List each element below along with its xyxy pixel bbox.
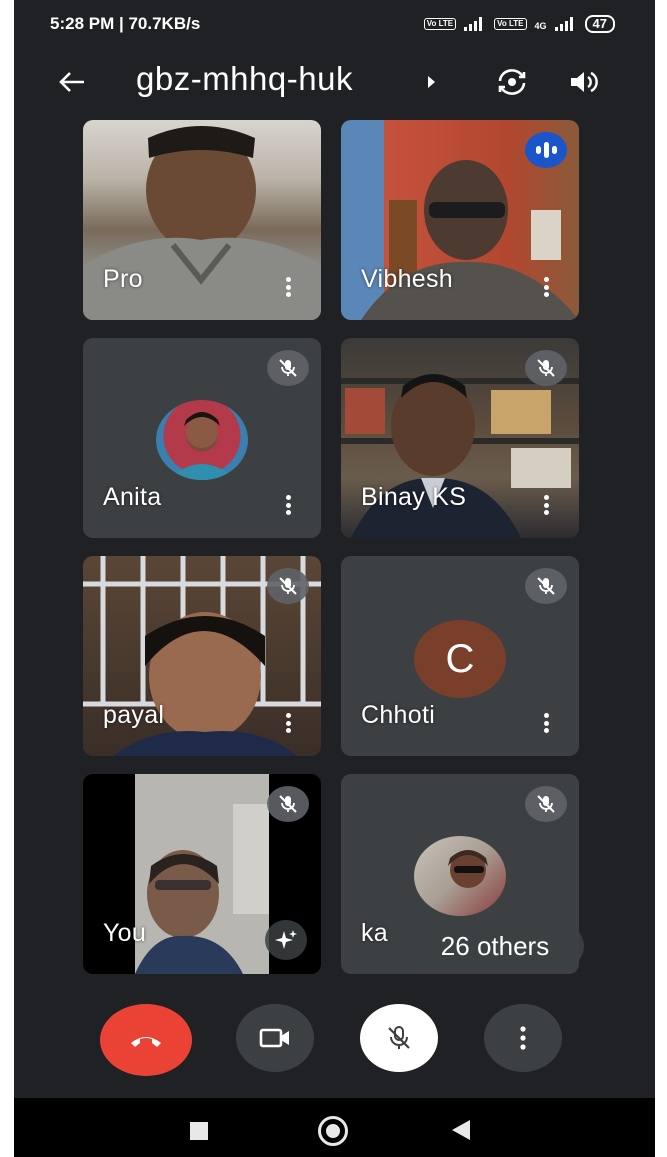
meeting-code[interactable]: gbz-mhhq-huk	[136, 60, 353, 98]
status-icons: Vo LTE Vo LTE 4G 47	[423, 15, 615, 33]
mic-off-icon	[267, 568, 309, 604]
participant-tile[interactable]: Pro	[83, 120, 321, 320]
mic-off-icon	[525, 786, 567, 822]
switch-camera-button[interactable]	[492, 64, 532, 100]
mic-off-icon	[525, 350, 567, 386]
speaker-icon	[571, 71, 598, 93]
participant-tile[interactable]: payal	[83, 556, 321, 756]
participant-name: Chhoti	[361, 701, 436, 729]
volte-icon: Vo LTE	[494, 18, 527, 30]
more-options-icon[interactable]	[281, 710, 295, 736]
hang-up-icon	[131, 1037, 161, 1047]
back-button[interactable]	[52, 64, 92, 100]
audio-output-button[interactable]	[564, 64, 604, 100]
caret-right-icon[interactable]	[428, 76, 435, 88]
others-count-chip[interactable]: 26 others	[406, 924, 584, 968]
participant-avatar	[156, 400, 248, 480]
participant-name: Vibhesh	[361, 265, 453, 293]
mic-off-icon	[525, 568, 567, 604]
participant-name: Anita	[103, 483, 162, 511]
participant-avatar	[414, 836, 506, 916]
effects-button[interactable]	[265, 920, 307, 960]
camera-toggle-button[interactable]	[236, 1004, 314, 1072]
more-vertical-icon	[520, 1026, 526, 1050]
speaking-indicator-icon	[525, 132, 567, 168]
home-icon[interactable]	[318, 1116, 348, 1146]
participant-name: You	[103, 919, 147, 947]
camera-flip-icon	[498, 69, 526, 95]
more-options-icon[interactable]	[539, 492, 553, 518]
end-call-button[interactable]	[100, 1004, 192, 1076]
more-options-icon[interactable]	[539, 710, 553, 736]
more-options-icon[interactable]	[281, 492, 295, 518]
battery-icon: 47	[584, 15, 615, 33]
volte-icon: Vo LTE	[423, 18, 457, 30]
call-controls	[14, 1000, 655, 1080]
participant-name: payal	[103, 701, 165, 729]
signal-icon	[554, 17, 577, 31]
meet-screen: 5:28 PM | 70.7KB/s Vo LTE Vo LTE 4G 47 g…	[14, 0, 655, 1157]
participant-tile[interactable]: Vibhesh	[341, 120, 579, 320]
participant-tile[interactable]: Binay KS	[341, 338, 579, 538]
self-view-tile[interactable]: You	[83, 774, 321, 974]
video-camera-icon	[259, 1028, 289, 1048]
sparkle-icon	[275, 930, 297, 949]
more-options-button[interactable]	[484, 1004, 562, 1072]
participant-tile[interactable]: C Chhoti	[341, 556, 579, 756]
status-time: 5:28 PM | 70.7KB/s	[50, 14, 201, 33]
network-label: 4G	[534, 21, 547, 31]
participant-name: ka	[361, 919, 389, 947]
back-triangle-icon[interactable]	[452, 1120, 470, 1140]
microphone-toggle-button[interactable]	[360, 1004, 438, 1072]
participant-name: Binay KS	[361, 483, 467, 511]
mic-off-icon	[267, 350, 309, 386]
participant-name: Pro	[103, 265, 143, 293]
status-bar: 5:28 PM | 70.7KB/s Vo LTE Vo LTE 4G 47	[14, 0, 655, 48]
call-header: gbz-mhhq-huk	[14, 52, 655, 112]
mic-off-icon	[388, 1026, 410, 1049]
more-options-icon[interactable]	[539, 274, 553, 300]
arrow-left-icon	[59, 72, 84, 92]
participant-initial-avatar: C	[414, 620, 506, 698]
recents-icon[interactable]	[190, 1122, 208, 1140]
participant-tile[interactable]: Anita	[83, 338, 321, 538]
signal-icon	[464, 17, 486, 31]
mic-off-icon	[267, 786, 309, 822]
more-options-icon[interactable]	[281, 274, 295, 300]
system-navigation-bar	[14, 1098, 655, 1157]
